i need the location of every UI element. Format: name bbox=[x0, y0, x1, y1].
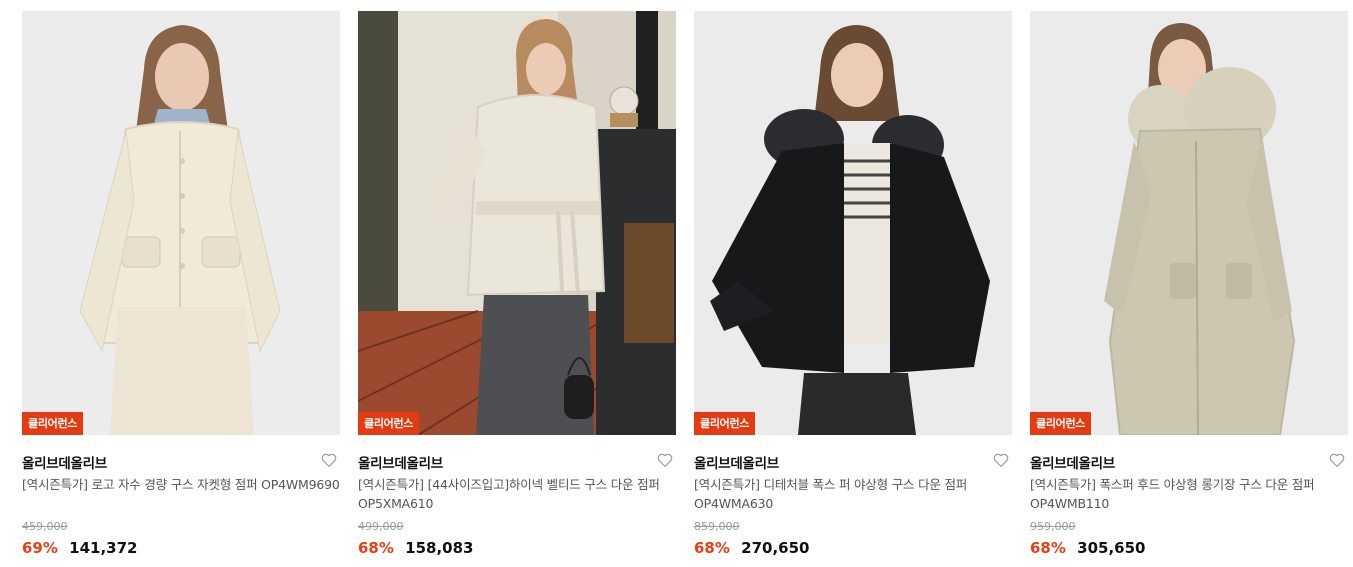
product-card[interactable]: 클리어런스 올리브데올리브 [역시즌특가] [44사이즈입고]하이넥 벨티드 구… bbox=[358, 11, 676, 561]
discount-rate: 68% bbox=[1030, 539, 1066, 557]
discount-rate: 68% bbox=[358, 539, 394, 557]
product-title[interactable]: [역시즌특가] [44사이즈입고]하이넥 벨티드 구스 다운 점퍼 OP5XMA… bbox=[358, 476, 676, 513]
product-title[interactable]: [역시즌특가] 로고 자수 경량 구스 자켓형 점퍼 OP4WM9690 bbox=[22, 476, 340, 513]
original-price: 459,000 bbox=[22, 520, 68, 533]
product-card[interactable]: 클리어런스 올리브데올리브 [역시즌특가] 디테처블 폭스 퍼 야상형 구스 다… bbox=[694, 11, 1012, 561]
product-grid: 클리어런스 올리브데올리브 [역시즌특가] 로고 자수 경량 구스 자켓형 점퍼… bbox=[0, 0, 1353, 567]
product-image[interactable]: 클리어런스 bbox=[22, 11, 340, 435]
discount-rate: 68% bbox=[694, 539, 730, 557]
sale-price: 141,372 bbox=[69, 539, 138, 557]
product-card[interactable]: 클리어런스 올리브데올리브 [역시즌특가] 폭스퍼 후드 야상형 롱기장 구스 … bbox=[1030, 11, 1348, 561]
product-card[interactable]: 클리어런스 올리브데올리브 [역시즌특가] 로고 자수 경량 구스 자켓형 점퍼… bbox=[22, 11, 340, 561]
product-title[interactable]: [역시즌특가] 폭스퍼 후드 야상형 롱기장 구스 다운 점퍼 OP4WMB11… bbox=[1030, 476, 1348, 513]
sale-price: 158,083 bbox=[405, 539, 474, 557]
sale-price: 270,650 bbox=[741, 539, 810, 557]
price-row: 69% 141,372 bbox=[22, 538, 340, 558]
product-image[interactable]: 클리어런스 bbox=[694, 11, 1012, 435]
discount-rate: 69% bbox=[22, 539, 58, 557]
brand-name[interactable]: 올리브데올리브 bbox=[22, 456, 107, 472]
product-photo bbox=[22, 11, 340, 435]
product-title[interactable]: [역시즌특가] 디테처블 폭스 퍼 야상형 구스 다운 점퍼 OP4WMA630 bbox=[694, 476, 1012, 513]
brand-name[interactable]: 올리브데올리브 bbox=[358, 456, 443, 472]
brand-name[interactable]: 올리브데올리브 bbox=[1030, 456, 1115, 472]
original-price: 959,000 bbox=[1030, 520, 1076, 533]
heart-outline-icon[interactable] bbox=[320, 451, 338, 469]
original-price: 499,000 bbox=[358, 520, 404, 533]
product-image[interactable]: 클리어런스 bbox=[358, 11, 676, 435]
price-row: 68% 270,650 bbox=[694, 538, 1012, 558]
product-photo bbox=[694, 11, 1012, 435]
price-row: 68% 305,650 bbox=[1030, 538, 1348, 558]
clearance-badge: 클리어런스 bbox=[358, 412, 420, 435]
clearance-badge: 클리어런스 bbox=[694, 412, 756, 435]
clearance-badge: 클리어런스 bbox=[22, 412, 84, 435]
heart-outline-icon[interactable] bbox=[1328, 451, 1346, 469]
original-price: 859,000 bbox=[694, 520, 740, 533]
heart-outline-icon[interactable] bbox=[656, 451, 674, 469]
clearance-badge: 클리어런스 bbox=[1030, 412, 1092, 435]
sale-price: 305,650 bbox=[1077, 539, 1146, 557]
product-photo bbox=[358, 11, 676, 435]
brand-name[interactable]: 올리브데올리브 bbox=[694, 456, 779, 472]
product-photo bbox=[1030, 11, 1348, 435]
heart-outline-icon[interactable] bbox=[992, 451, 1010, 469]
price-row: 68% 158,083 bbox=[358, 538, 676, 558]
product-image[interactable]: 클리어런스 bbox=[1030, 11, 1348, 435]
